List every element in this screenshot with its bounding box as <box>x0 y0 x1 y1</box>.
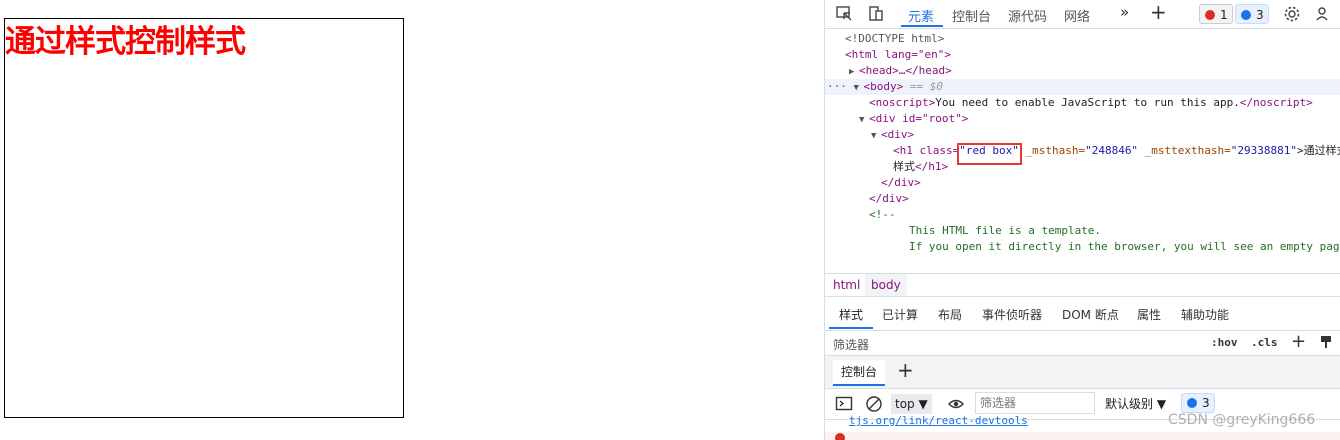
active-tab-indicator <box>829 327 873 329</box>
paint-icon[interactable] <box>1319 335 1333 349</box>
dom-node-head[interactable]: ▶ <head>…</head> <box>825 63 1340 79</box>
log-level-select[interactable]: 默认级别 ▼ <box>1105 395 1166 412</box>
dom-node-div-root[interactable]: ▼ <div id="root"> <box>825 111 1340 127</box>
preview-frame: 通过样式控制样式 <box>4 18 404 418</box>
message-badge[interactable]: 3 <box>1235 4 1269 24</box>
sidebar-toggle-icon[interactable] <box>835 395 853 413</box>
message-icon <box>1187 398 1197 408</box>
drawer-tab-console[interactable]: 控制台 <box>833 360 886 386</box>
dom-node-doctype[interactable]: <!DOCTYPE html> <box>825 31 1340 47</box>
dom-tree: <!DOCTYPE html> <html lang="en"> ▶ <head>… <box>825 29 1340 273</box>
message-icon <box>1241 10 1251 20</box>
error-icon <box>835 433 845 440</box>
tab-styles[interactable]: 样式 <box>839 306 863 323</box>
tab-console[interactable]: 控制台 <box>952 6 991 25</box>
device-toolbar-icon[interactable] <box>867 5 885 23</box>
dom-node-div-root-close[interactable]: </div> <box>825 191 1340 207</box>
dropdown-arrow-icon: ▼ <box>918 397 928 411</box>
clear-console-icon[interactable] <box>865 395 883 413</box>
tab-accessibility[interactable]: 辅助功能 <box>1181 306 1229 323</box>
dom-node-noscript[interactable]: <noscript>You need to enable JavaScript … <box>825 95 1340 111</box>
more-tabs-icon[interactable]: » <box>1120 3 1129 21</box>
gear-icon[interactable] <box>1283 5 1301 23</box>
devtools-toolbar: 元素 控制台 源代码 网络 » + 1 3 <box>825 0 1340 29</box>
collapse-arrow-icon[interactable]: ▼ <box>859 112 869 128</box>
console-error-row <box>825 432 1340 440</box>
console-message-badge[interactable]: 3 <box>1181 393 1215 413</box>
add-drawer-tab-icon[interactable]: + <box>897 358 914 382</box>
dom-node-h1[interactable]: <h1 class="red box" _msthash="248846" _m… <box>825 143 1340 159</box>
more-actions-icon[interactable]: ··· <box>827 80 847 93</box>
expand-arrow-icon[interactable]: ▶ <box>849 64 859 80</box>
preview-heading: 通过样式控制样式 <box>5 24 246 60</box>
tab-elements[interactable]: 元素 <box>908 6 934 25</box>
tab-layout[interactable]: 布局 <box>938 306 962 323</box>
add-rule-icon[interactable]: + <box>1291 331 1306 352</box>
inspect-element-icon[interactable] <box>835 5 853 23</box>
dom-comment-line: If you open it directly in the browser, … <box>909 240 1340 253</box>
console-log-link[interactable]: tjs.org/link/react-devtools <box>849 414 1028 427</box>
dom-node-div-close[interactable]: </div> <box>825 175 1340 191</box>
tab-event-listeners[interactable]: 事件侦听器 <box>982 306 1042 323</box>
breadcrumb: html body <box>825 273 1340 297</box>
active-tab-indicator <box>901 25 943 27</box>
eye-icon[interactable] <box>947 395 965 413</box>
breadcrumb-html[interactable]: html <box>827 274 866 296</box>
dom-node-html[interactable]: <html lang="en"> <box>825 47 1340 63</box>
styles-tabbar: 样式 已计算 布局 事件侦听器 DOM 断点 属性 辅助功能 <box>825 298 1340 331</box>
collapse-arrow-icon[interactable]: ▼ <box>854 80 864 96</box>
dom-node-body[interactable]: ··· ▼ <body> == $0 <box>825 79 1340 95</box>
drawer-tabbar: 控制台 + <box>825 356 1340 389</box>
tab-dom-breakpoints[interactable]: DOM 断点 <box>1062 306 1119 323</box>
console-filter-input[interactable]: 筛选器 <box>975 392 1095 414</box>
breadcrumb-body[interactable]: body <box>865 274 907 296</box>
error-icon <box>1205 10 1215 20</box>
dom-node-h1-cont[interactable]: 样式</h1> <box>825 159 1340 175</box>
watermark: CSDN @greyKing666 <box>1168 412 1316 428</box>
devtools-panel: 元素 控制台 源代码 网络 » + 1 3 <!DOCTYPE html> <h… <box>824 0 1340 440</box>
tab-sources[interactable]: 源代码 <box>1008 6 1047 25</box>
hov-toggle[interactable]: :hov <box>1211 336 1238 349</box>
tab-network[interactable]: 网络 <box>1064 6 1090 25</box>
context-select[interactable]: top ▼ <box>891 394 932 414</box>
add-tab-icon[interactable]: + <box>1150 0 1167 24</box>
dom-comment-line: This HTML file is a template. <box>909 224 1102 237</box>
dom-node-div[interactable]: ▼ <div> <box>825 127 1340 143</box>
highlight-annotation-box <box>957 143 1022 165</box>
dropdown-arrow-icon: ▼ <box>1156 397 1167 411</box>
styles-filter-input[interactable]: 筛选器 <box>833 336 869 353</box>
tab-properties[interactable]: 属性 <box>1137 306 1161 323</box>
tab-computed[interactable]: 已计算 <box>882 306 918 323</box>
dom-node-comment[interactable]: <!-- <box>825 207 1340 223</box>
cls-toggle[interactable]: .cls <box>1251 336 1278 349</box>
collapse-arrow-icon[interactable]: ▼ <box>871 128 881 144</box>
error-badge[interactable]: 1 <box>1199 4 1233 24</box>
profile-icon[interactable] <box>1315 5 1333 23</box>
styles-filter-bar: 筛选器 :hov .cls + <box>825 331 1340 356</box>
